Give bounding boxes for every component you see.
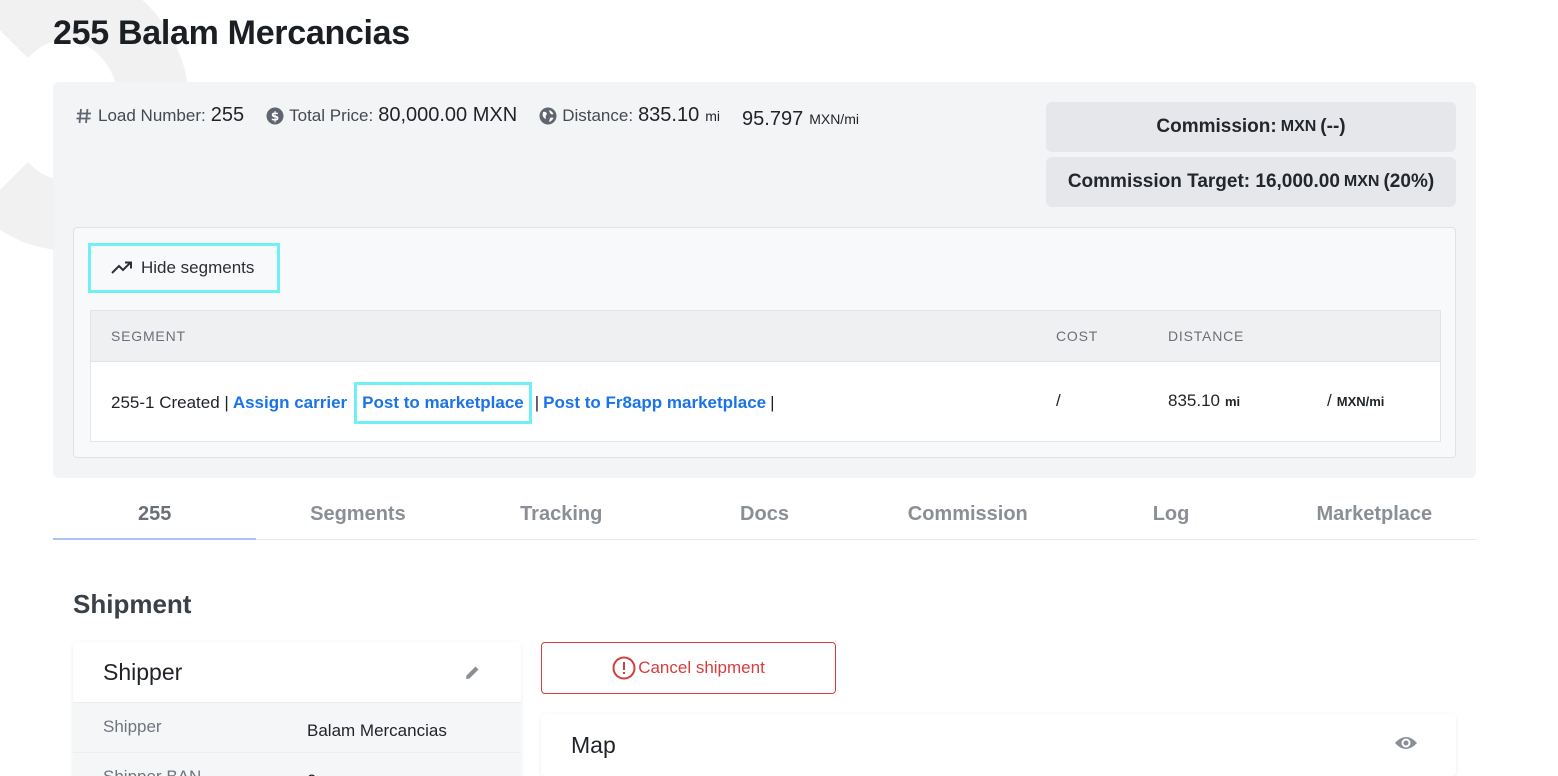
rate-value: 95.797 <box>742 107 804 130</box>
shipment-section-title: Shipment <box>73 589 192 619</box>
tab-docs[interactable]: Docs <box>663 490 866 539</box>
segment-rate-value: / <box>1327 391 1332 410</box>
segment-cell: 255-1 Created | Assign carrier Post to m… <box>111 382 775 424</box>
segments-panel: Hide segments SEGMENT COST DISTANCE 255-… <box>73 227 1456 458</box>
shipper-ban-value: 0 <box>307 771 316 776</box>
eye-icon[interactable] <box>1394 734 1418 757</box>
tab-segments[interactable]: Segments <box>256 490 459 539</box>
shipper-card: Shipper Shipper Balam Mercancias Shipper… <box>73 642 521 776</box>
shipper-card-title: Shipper <box>103 659 183 685</box>
tab-marketplace[interactable]: Marketplace <box>1273 490 1476 539</box>
load-number-stat: Load Number: 255 <box>75 104 244 127</box>
segment-distance-value: 835.10 <box>1168 391 1220 410</box>
post-to-fr8app-marketplace-link[interactable]: Post to Fr8app marketplace <box>543 393 766 413</box>
dollar-circle-icon: $ <box>266 107 284 125</box>
shipper-ban-key: Shipper BAN <box>103 767 201 776</box>
commission-target-label: Commission Target: 16,000.00 <box>1067 171 1340 192</box>
svg-text:$: $ <box>271 109 279 123</box>
cancel-shipment-button[interactable]: Cancel shipment <box>541 642 836 694</box>
segment-distance-unit: mi <box>1225 393 1241 409</box>
hide-segments-label: Hide segments <box>141 258 255 277</box>
tab-255[interactable]: 255 <box>53 490 257 540</box>
shipper-card-header: Shipper <box>73 642 521 703</box>
map-title: Map <box>571 732 616 758</box>
commission-target-box: Commission Target: 16,000.00 MXN (20%) <box>1046 157 1456 207</box>
column-header-segment: SEGMENT <box>111 328 186 344</box>
commission-target-currency: MXN <box>1343 173 1380 190</box>
distance-value: 835.10 <box>638 104 700 126</box>
map-card: Map <box>541 714 1456 776</box>
total-price-value: 80,000.00 MXN <box>378 104 518 126</box>
segments-table-header: SEGMENT COST DISTANCE <box>91 311 1440 362</box>
shipment-tabs: 255 Segments Tracking Docs Commission Lo… <box>53 490 1476 540</box>
page-title: 255 Balam Mercancias <box>53 14 410 52</box>
distance-stat: Distance: 835.10 mi <box>539 104 720 127</box>
commission-currency: MXN <box>1280 118 1317 135</box>
alert-circle-icon <box>612 656 636 680</box>
table-row: 255-1 Created | Assign carrier Post to m… <box>91 362 1440 441</box>
trending-up-icon <box>111 261 132 274</box>
link-separator: | <box>534 393 540 412</box>
post-to-marketplace-link[interactable]: Post to marketplace <box>354 382 532 424</box>
segment-status: 255-1 Created | <box>111 393 229 412</box>
shipper-row-key: Shipper <box>103 717 162 736</box>
load-summary-card: Load Number: 255 $ Total Price: 80,000.0… <box>53 82 1476 478</box>
commission-label: Commission: <box>1156 116 1277 137</box>
globe-icon <box>539 107 557 125</box>
tab-log[interactable]: Log <box>1069 490 1272 539</box>
segments-table: SEGMENT COST DISTANCE 255-1 Created | As… <box>90 310 1441 442</box>
assign-carrier-link[interactable]: Assign carrier <box>233 393 347 413</box>
rate-unit: MXN/mi <box>809 111 859 127</box>
tab-tracking[interactable]: Tracking <box>460 490 663 539</box>
shipper-row-value: Balam Mercancias <box>307 721 447 740</box>
commission-box: Commission: MXN (--) <box>1046 102 1456 152</box>
load-stats: Load Number: 255 $ Total Price: 80,000.0… <box>75 104 881 131</box>
hide-segments-button[interactable]: Hide segments <box>88 243 280 293</box>
tab-commission[interactable]: Commission <box>866 490 1069 539</box>
cancel-shipment-label: Cancel shipment <box>638 658 765 677</box>
distance-cell: 835.10 mi <box>1168 391 1240 411</box>
cost-cell: / <box>1056 391 1061 410</box>
rate-stat: 95.797 MXN/mi <box>742 108 859 131</box>
total-price-stat: $ Total Price: 80,000.00 MXN <box>266 104 517 127</box>
load-number-value: 255 <box>210 104 245 126</box>
load-number-label: Load Number: <box>98 105 206 125</box>
segment-rate-unit: MXN/mi <box>1336 393 1385 409</box>
hash-icon <box>75 107 93 125</box>
total-price-label: Total Price: <box>289 105 374 125</box>
column-header-distance: DISTANCE <box>1168 328 1245 344</box>
pencil-icon[interactable] <box>464 664 481 686</box>
distance-unit: mi <box>705 107 721 124</box>
commission-target-percent: (20%) <box>1383 171 1435 192</box>
column-header-cost: COST <box>1056 328 1099 344</box>
commission-value: (--) <box>1320 116 1346 137</box>
shipper-ban-row: Shipper BAN 0 <box>73 753 521 776</box>
rate-cell: / MXN/mi <box>1327 391 1384 411</box>
shipper-row: Shipper Balam Mercancias <box>73 703 521 753</box>
link-separator-trailing: | <box>770 393 775 412</box>
distance-label: Distance: <box>562 105 634 125</box>
